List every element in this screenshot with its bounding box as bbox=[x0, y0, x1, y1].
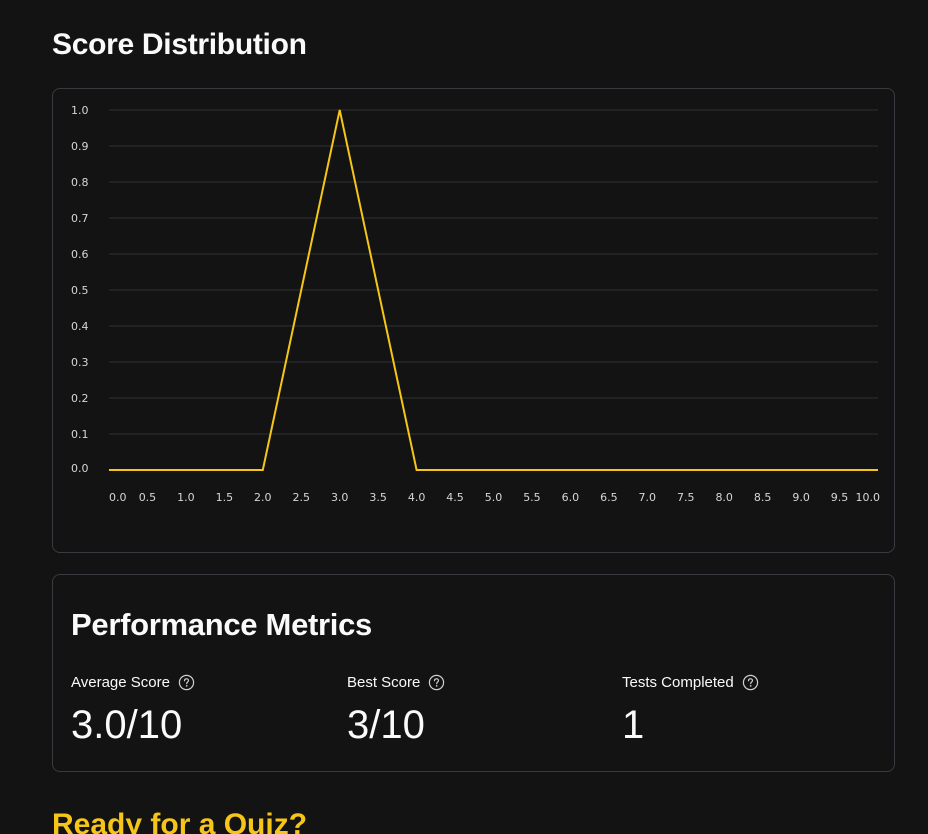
dashboard-page: Score Distribution 0.0 0.1 0.2 0.3 0.4 0.5 0.6… bbox=[0, 0, 928, 834]
x-tick-label: 4.5 bbox=[446, 491, 464, 504]
help-circle-icon[interactable] bbox=[178, 674, 195, 691]
y-tick-label: 0.5 bbox=[71, 284, 89, 297]
x-tick-label: 8.0 bbox=[715, 491, 733, 504]
x-tick-label: 3.5 bbox=[369, 491, 387, 504]
y-tick-label: 0.4 bbox=[71, 320, 89, 333]
x-tick-label: 7.0 bbox=[639, 491, 657, 504]
x-tick-label: 7.5 bbox=[677, 491, 695, 504]
y-tick-label: 0.3 bbox=[71, 356, 89, 369]
y-tick-label: 0.2 bbox=[71, 392, 89, 405]
metric-label-tests-completed: Tests Completed bbox=[622, 673, 734, 691]
score-distribution-chart: 0.0 0.1 0.2 0.3 0.4 0.5 0.6 0.7 0.8 0.9 1.0 0.0 0.5… bbox=[71, 104, 881, 504]
x-tick-label: 3.0 bbox=[331, 491, 349, 504]
x-tick-label: 0.0 bbox=[109, 491, 127, 504]
x-tick-label: 6.0 bbox=[562, 491, 580, 504]
metric-label-average-score: Average Score bbox=[71, 673, 170, 691]
y-tick-label: 0.8 bbox=[71, 176, 89, 189]
metric-tests-completed: Tests Completed 1 bbox=[622, 671, 759, 747]
metric-value-tests-completed: 1 bbox=[622, 703, 645, 747]
x-tick-label: 4.0 bbox=[408, 491, 426, 504]
x-tick-label: 0.5 bbox=[139, 491, 157, 504]
x-tick-label: 1.5 bbox=[216, 491, 234, 504]
x-tick-label: 9.5 bbox=[831, 491, 849, 504]
metric-label-best-score: Best Score bbox=[347, 673, 421, 691]
metric-value-average-score: 3.0/10 bbox=[71, 703, 183, 747]
y-tick-label: 0.6 bbox=[71, 248, 89, 261]
x-tick-label: 2.5 bbox=[293, 491, 311, 504]
metric-best-score: Best Score 3/10 bbox=[347, 671, 445, 747]
metric-average-score: Average Score 3.0/10 bbox=[71, 671, 195, 747]
x-tick-label: 1.0 bbox=[177, 491, 195, 504]
score-distribution-title: Score Distribution bbox=[52, 28, 307, 61]
x-tick-label: 5.0 bbox=[485, 491, 503, 504]
x-tick-label: 9.0 bbox=[792, 491, 810, 504]
metric-value-best-score: 3/10 bbox=[347, 703, 425, 747]
y-tick-label: 0.0 bbox=[71, 462, 89, 475]
x-tick-label: 10.0 bbox=[856, 491, 881, 504]
x-tick-label: 2.0 bbox=[254, 491, 271, 504]
help-circle-icon[interactable] bbox=[428, 674, 445, 691]
ready-for-quiz-heading: Ready for a Quiz? bbox=[52, 808, 308, 834]
performance-metrics-card: Performance Metrics Average Score 3.0/10… bbox=[52, 574, 895, 772]
score-distribution-chart-card: 0.0 0.1 0.2 0.3 0.4 0.5 0.6 0.7 0.8 0.9 1.0 0.0 0.5… bbox=[52, 88, 895, 553]
x-tick-label: 5.5 bbox=[523, 491, 541, 504]
x-tick-label: 8.5 bbox=[754, 491, 772, 504]
y-tick-label: 0.1 bbox=[71, 428, 89, 441]
y-tick-label: 0.7 bbox=[71, 212, 89, 225]
y-tick-label: 1.0 bbox=[71, 104, 89, 117]
x-tick-label: 6.5 bbox=[600, 491, 618, 504]
performance-metrics-title: Performance Metrics bbox=[71, 607, 372, 642]
help-circle-icon[interactable] bbox=[742, 674, 759, 691]
y-tick-label: 0.9 bbox=[71, 140, 89, 153]
